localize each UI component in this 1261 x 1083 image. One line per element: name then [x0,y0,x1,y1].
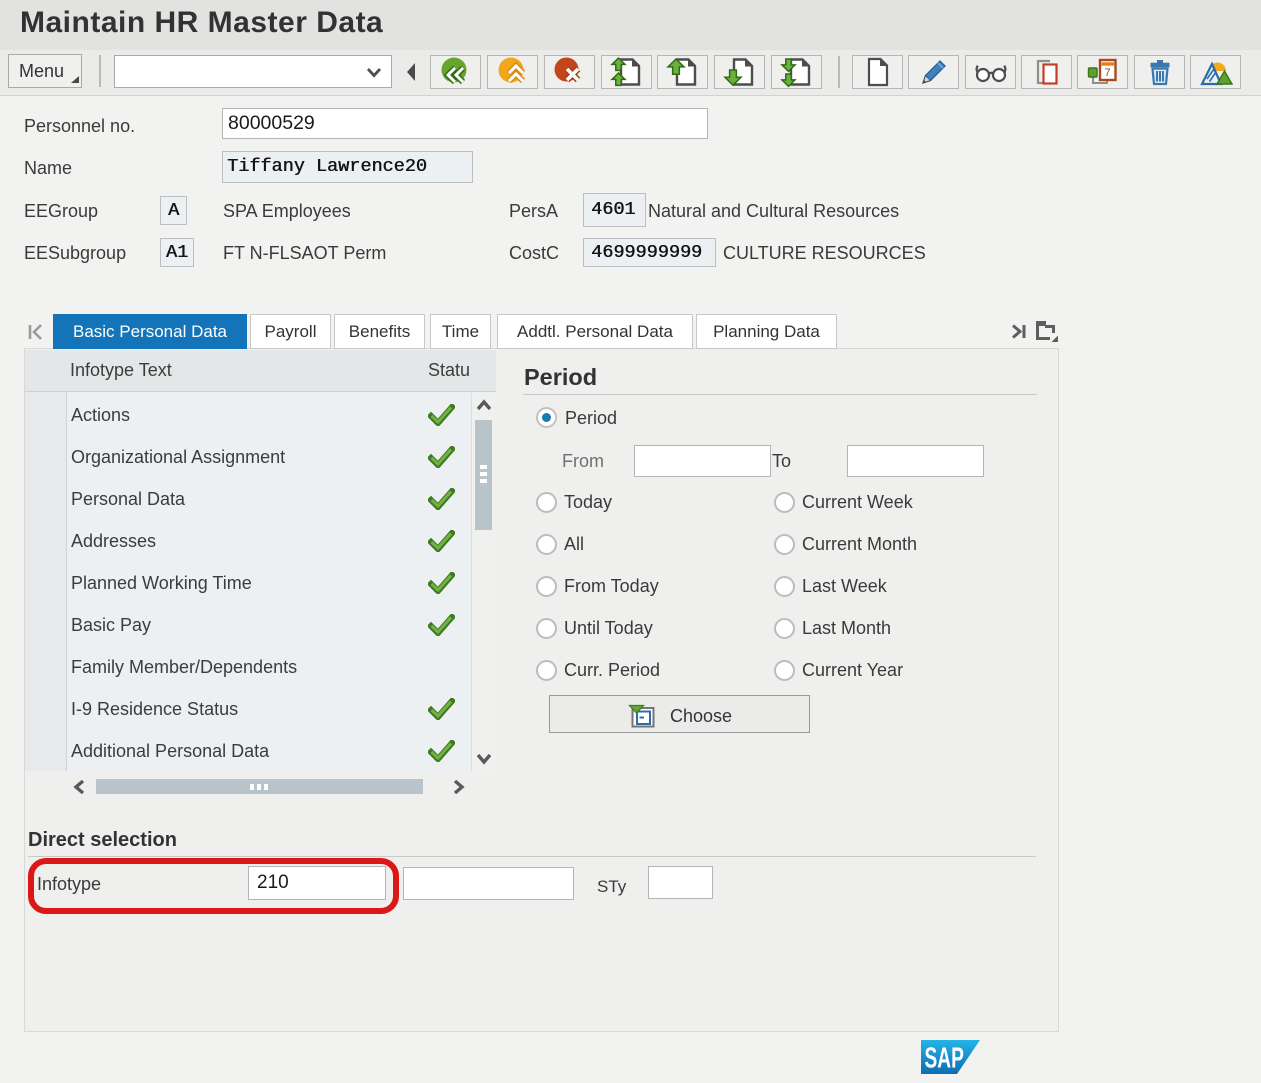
svg-text:7: 7 [1104,67,1110,79]
svg-text:SAP: SAP [925,1043,964,1074]
